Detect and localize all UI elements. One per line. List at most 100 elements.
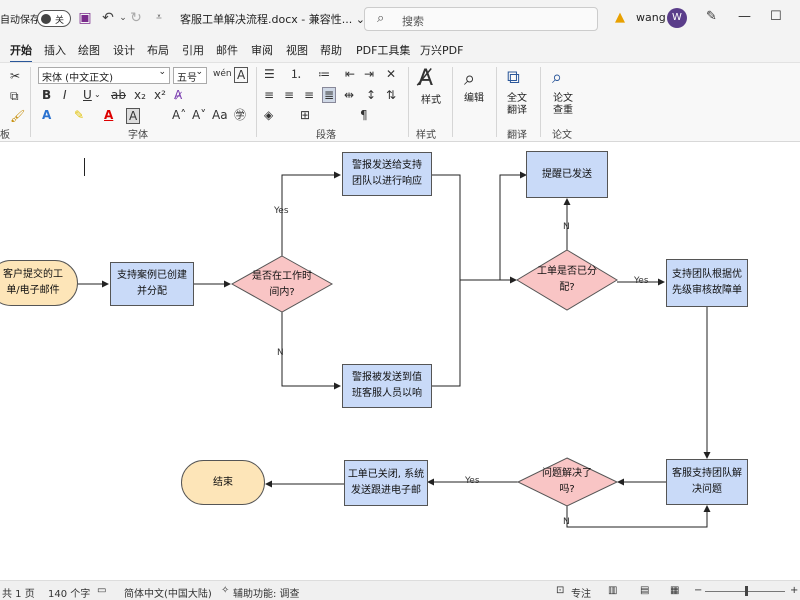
highlight-icon[interactable]: ✎ [74,108,84,122]
case-created-node[interactable]: 支持案例已创建 并分配 [110,262,194,306]
resolve-node[interactable]: 客服支持团队解 决问题 [666,459,748,505]
show-marks-icon[interactable]: ¶ [360,108,368,122]
increase-indent-icon[interactable]: ⇥ [364,67,374,81]
underline-icon[interactable]: U [83,88,92,102]
tab-layout[interactable]: 布局 [147,42,169,58]
line-spacing-icon[interactable]: ↕ [366,88,376,102]
end-node[interactable]: 结束 [181,460,265,505]
focus-icon[interactable]: ⊡ [556,585,564,596]
char-shading-icon[interactable]: A [126,108,141,124]
divider [452,67,453,137]
zoom-in-icon[interactable]: + [790,585,798,596]
alert-oncall-node[interactable]: 警报被发送到值 班客服人员以响 [342,364,432,408]
styles-icon[interactable]: A̸ [418,67,433,91]
tab-pdf-tools[interactable]: PDF工具集 [356,42,410,58]
word-count[interactable]: 140 个字 [48,585,90,600]
document-title[interactable]: 客服工单解决流程.docx - 兼容性... ⌄ [180,11,365,27]
redo-icon[interactable]: ↻ [127,9,145,27]
font-name-select[interactable]: 宋体 (中文正文) [38,67,170,84]
bullets-icon[interactable]: ☰ [264,67,275,81]
warning-icon[interactable]: ▲ [615,10,625,25]
tab-references[interactable]: 引用 [182,42,204,58]
underline-dropdown-icon[interactable]: ⌄ [94,88,101,102]
font-color-icon[interactable]: A [104,108,113,122]
decision-assigned-label[interactable]: 工单是否已分 配? [522,264,612,296]
prioritize-node[interactable]: 支持团队根据优 先级审核故障单 [666,259,748,307]
numbering-icon[interactable]: ⒈ [290,67,302,81]
focus-label[interactable]: 专注 [571,585,591,600]
decrease-indent-icon[interactable]: ⇤ [345,67,355,81]
tab-design[interactable]: 设计 [113,42,135,58]
change-case-icon[interactable]: Aa [212,108,228,122]
find-icon[interactable]: ⌕ [464,67,475,89]
label-no-resolved: N [563,517,570,527]
autosave-toggle[interactable]: 关 [37,10,71,27]
tab-wondershare-pdf[interactable]: 万兴PDF [420,42,463,58]
shading-icon[interactable]: ◈ [264,108,273,122]
search-box[interactable]: ⌕ 搜索 [364,7,598,31]
phonetic-guide-icon[interactable]: wén [213,67,232,81]
char-border-icon[interactable]: A [234,67,249,83]
zoom-slider-handle[interactable] [745,586,748,596]
font-size-select[interactable]: 五号 [173,67,207,84]
start-node[interactable]: 客户提交的工 单/电子邮件 [0,260,78,306]
subscript-icon[interactable]: x₂ [134,88,146,102]
tab-home[interactable]: 开始 [10,42,32,63]
translate-icon[interactable]: ⧉ [507,67,520,89]
pen-icon[interactable]: ✎ [706,9,717,24]
edit-button-label[interactable]: 编辑 [460,93,488,105]
cjk-layout-icon[interactable]: ✕ [386,67,396,81]
proofing-icon[interactable]: ▭ [97,585,106,596]
shrink-font-icon[interactable]: A˅ [192,108,206,122]
tab-draw[interactable]: 绘图 [78,42,100,58]
document-canvas[interactable]: 客户提交的工 单/电子邮件 支持案例已创建 并分配 是否在工作时 间内? 警报发… [0,142,800,580]
minimize-icon[interactable]: — [738,9,751,24]
zoom-out-icon[interactable]: − [694,585,702,596]
justify-icon[interactable]: ≣ [322,87,337,103]
reminder-sent-node[interactable]: 提醒已发送 [526,151,608,198]
page-count[interactable]: 共 1 页 [2,585,35,600]
tab-review[interactable]: 审阅 [251,42,273,58]
decision-resolved-label[interactable]: 问题解决了 吗? [524,466,610,498]
multilevel-list-icon[interactable]: ≔ [318,67,330,81]
sort-icon[interactable]: ⇅ [386,88,396,102]
divider [408,67,409,137]
copy-icon[interactable]: ⧉ [10,89,19,103]
superscript-icon[interactable]: x² [154,88,166,102]
tab-view[interactable]: 视图 [286,42,308,58]
ticket-closed-node[interactable]: 工单已关闭, 系统 发送跟进电子邮 [344,460,428,506]
strikethrough-icon[interactable]: ab [111,88,126,102]
alert-team-node[interactable]: 警报发送给支持 团队以进行响应 [342,152,432,196]
customize-qat-icon[interactable]: ⩡ [150,9,168,27]
styles-button-label[interactable]: 样式 [418,95,444,107]
italic-icon[interactable]: I [63,88,67,102]
avatar[interactable]: W [667,8,687,28]
accessibility-status[interactable]: 辅助功能: 调查 [233,585,300,600]
translate-button-label[interactable]: 全文 翻译 [502,93,532,117]
tab-help[interactable]: 帮助 [320,42,342,58]
format-painter-icon[interactable]: 🖌 [10,109,25,123]
read-mode-icon[interactable]: ▥ [608,585,617,596]
align-right-icon[interactable]: ≡ [304,88,314,102]
distributed-icon[interactable]: ⇹ [344,88,354,102]
borders-icon[interactable]: ⊞ [300,108,310,122]
maximize-icon[interactable]: ☐ [770,9,782,24]
cut-icon[interactable]: ✂ [10,69,20,83]
save-icon[interactable]: ▣ [76,9,94,27]
web-layout-icon[interactable]: ▦ [670,585,679,596]
grow-font-icon[interactable]: A˄ [172,108,186,122]
bold-icon[interactable]: B [42,88,51,102]
language-status[interactable]: 简体中文(中国大陆) [124,585,212,600]
align-left-icon[interactable]: ≡ [264,88,274,102]
user-name[interactable]: wang [636,11,666,24]
paper-check-button-label[interactable]: 论文 查重 [548,93,578,117]
plagiarism-check-icon[interactable]: ⌕ [552,67,562,89]
text-effects-icon[interactable]: A [42,108,51,122]
print-layout-icon[interactable]: ▤ [640,585,649,596]
align-center-icon[interactable]: ≡ [284,88,294,102]
enclose-char-icon[interactable]: ㊫ [234,108,246,122]
decision-in-hours-label[interactable]: 是否在工作时 间内? [236,269,328,301]
tab-insert[interactable]: 插入 [44,42,66,58]
clear-format-icon[interactable]: A̷ [174,88,182,102]
tab-mailings[interactable]: 邮件 [216,42,238,58]
